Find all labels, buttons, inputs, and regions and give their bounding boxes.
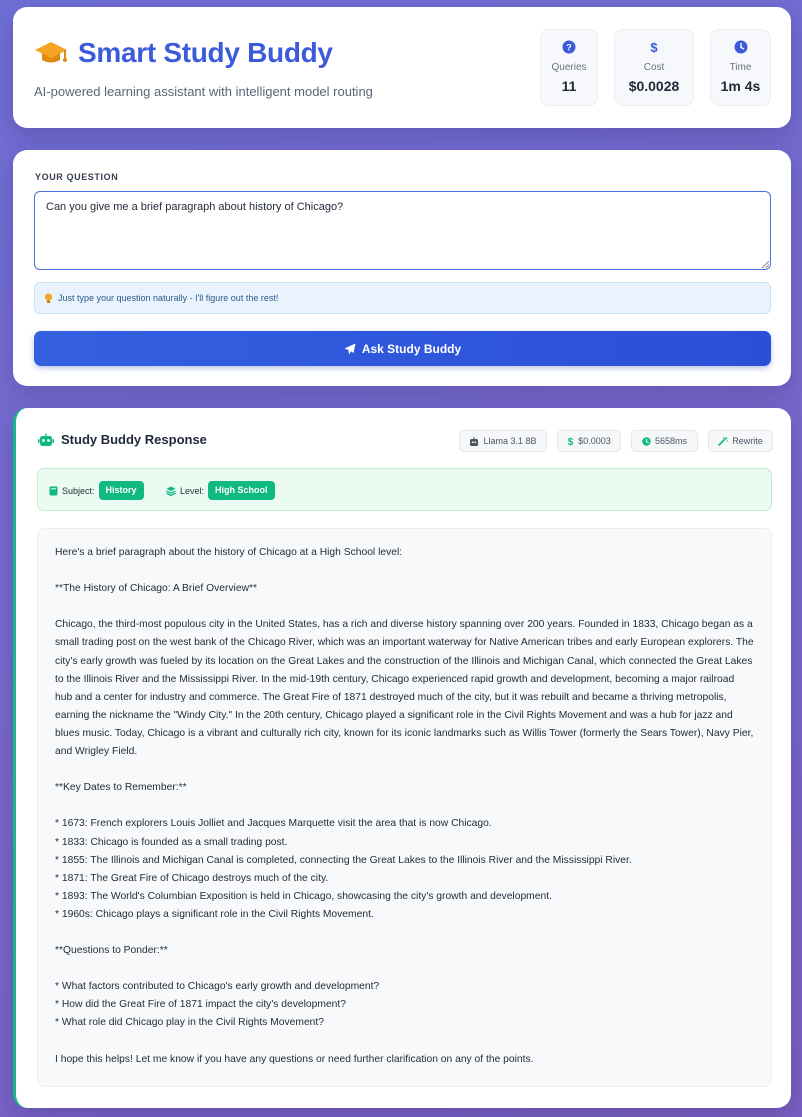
key-date-item: * 1673: French explorers Louis Jolliet a…	[55, 818, 492, 830]
stat-time: Time 1m 4s	[710, 29, 771, 106]
stat-queries-value: 11	[561, 78, 577, 94]
subject-badge: History	[98, 481, 144, 500]
response-closing: I hope this helps! Let me know if you ha…	[55, 1053, 534, 1065]
response-card: Study Buddy Response Llama 3.1 8B $ $0.0…	[13, 408, 791, 1108]
app-subtitle: AI-powered learning assistant with intel…	[34, 84, 373, 99]
book-icon	[49, 486, 58, 495]
key-date-item: * 1833: Chicago is founded as a small tr…	[55, 836, 288, 848]
app-title-row: Smart Study Buddy	[34, 37, 333, 69]
hint-banner: Just type your question naturally - I'll…	[34, 282, 771, 314]
level-meta: Level: High School	[166, 481, 275, 500]
app-title: Smart Study Buddy	[78, 37, 333, 68]
classification-bar: Subject: History Level: High School	[37, 468, 772, 511]
level-badge: High School	[208, 481, 275, 500]
key-dates-heading: **Key Dates to Remember:**	[55, 782, 187, 794]
rewrite-button-label: Rewrite	[732, 436, 763, 446]
svg-text:$: $	[568, 437, 574, 446]
key-date-item: * 1960s: Chicago plays a significant rol…	[55, 908, 374, 920]
subject-meta: Subject: History	[49, 481, 144, 500]
clock-icon	[642, 436, 651, 446]
dollar-icon: $	[650, 40, 658, 54]
key-date-item: * 1855: The Illinois and Michigan Canal …	[55, 854, 632, 866]
stat-cost-label: Cost	[643, 62, 665, 73]
subject-label: Subject:	[62, 485, 95, 496]
stat-cost: $ Cost $0.0028	[614, 29, 694, 106]
response-body: Here's a brief paragraph about the histo…	[37, 528, 772, 1087]
robot-icon	[38, 433, 54, 446]
model-chip: Llama 3.1 8B	[459, 430, 547, 452]
key-date-item: * 1893: The World's Columbian Exposition…	[55, 890, 552, 902]
stat-cost-value: $0.0028	[628, 78, 680, 94]
time-chip-label: 5658ms	[654, 436, 688, 446]
ask-button-label: Ask Study Buddy	[361, 341, 462, 356]
cost-chip-label: $0.0003	[578, 436, 611, 446]
response-title: Study Buddy Response	[61, 432, 207, 447]
paper-plane-icon	[344, 343, 356, 354]
level-label: Level:	[180, 485, 205, 496]
magic-wand-icon	[718, 436, 729, 446]
stat-time-value: 1m 4s	[720, 78, 761, 94]
time-chip: 5658ms	[631, 430, 698, 452]
question-input[interactable]: Can you give me a brief paragraph about …	[34, 191, 771, 270]
header-card: Smart Study Buddy AI-powered learning as…	[13, 7, 791, 128]
hint-text: Just type your question naturally - I'll…	[58, 293, 279, 303]
lightbulb-icon	[44, 292, 53, 303]
robot-icon	[470, 436, 479, 446]
ask-study-buddy-button[interactable]: Ask Study Buddy	[34, 331, 771, 366]
cost-chip: $ $0.0003	[557, 430, 621, 452]
stat-queries-label: Queries	[551, 62, 587, 73]
layers-icon	[166, 486, 176, 496]
stat-queries: ? Queries 11	[540, 29, 598, 106]
question-card: YOUR QUESTION Can you give me a brief pa…	[13, 150, 791, 386]
history-paragraph: Chicago, the third-most populous city in…	[55, 619, 757, 758]
question-circle-icon: ?	[562, 40, 576, 54]
stat-time-label: Time	[729, 62, 752, 73]
response-intro: Here's a brief paragraph about the histo…	[55, 547, 403, 558]
dollar-icon: $	[568, 437, 574, 446]
graduation-cap-icon	[35, 42, 67, 63]
model-chip-label: Llama 3.1 8B	[483, 436, 537, 446]
question-item: * What role did Chicago play in the Civi…	[55, 1017, 324, 1029]
key-date-item: * 1871: The Great Fire of Chicago destro…	[55, 872, 329, 884]
resize-grip-icon[interactable]	[762, 261, 769, 268]
rewrite-button[interactable]: Rewrite	[708, 430, 773, 452]
clock-icon	[734, 40, 747, 54]
question-label: YOUR QUESTION	[35, 172, 119, 182]
overview-heading: **The History of Chicago: A Brief Overvi…	[55, 583, 258, 595]
question-item: * How did the Great Fire of 1871 impact …	[55, 999, 346, 1011]
question-item: * What factors contributed to Chicago's …	[55, 981, 380, 993]
response-header: Study Buddy Response	[38, 432, 207, 447]
questions-heading: **Questions to Ponder:**	[55, 945, 168, 957]
svg-text:?: ?	[566, 42, 572, 52]
svg-text:$: $	[650, 40, 658, 54]
